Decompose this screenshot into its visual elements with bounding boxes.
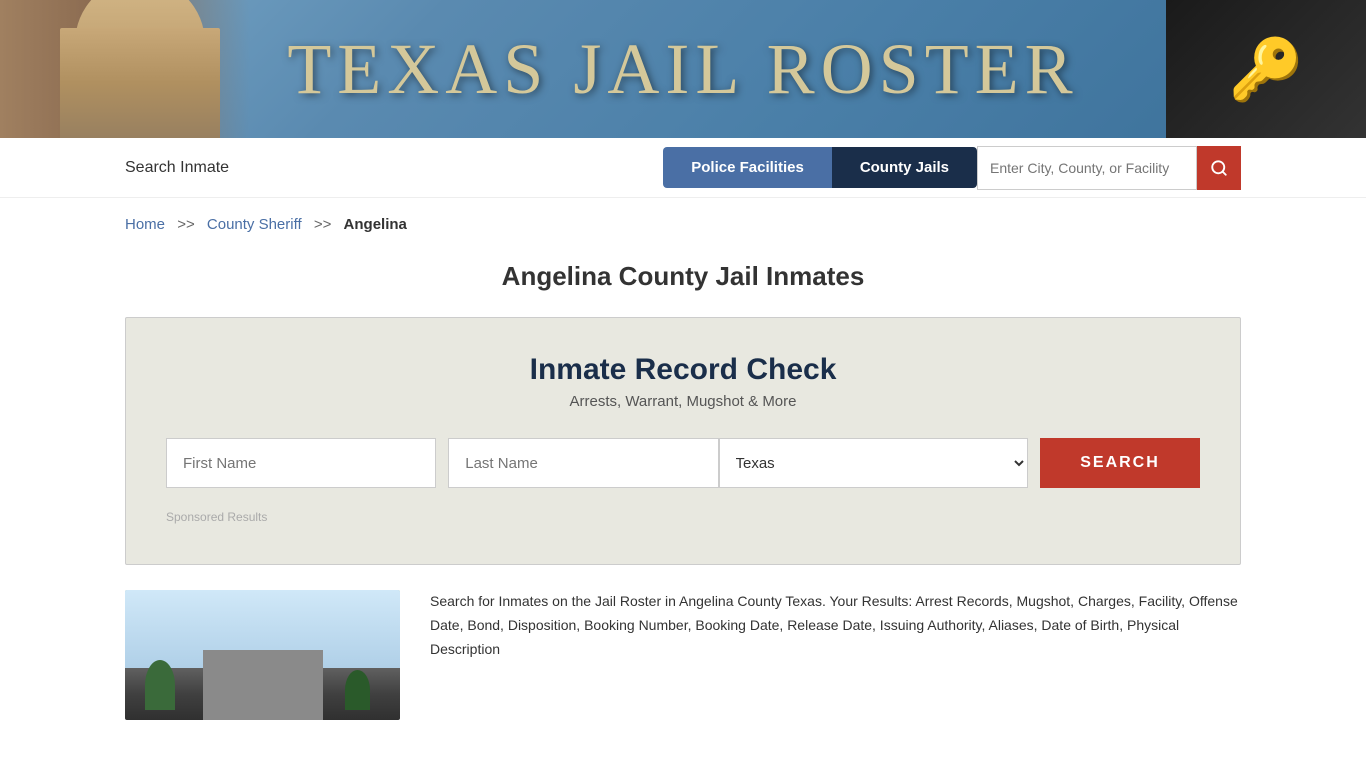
facility-image	[125, 590, 400, 720]
banner-right-decor: 🔑	[1166, 0, 1366, 138]
first-name-input[interactable]	[166, 438, 436, 488]
search-icon	[1210, 159, 1228, 177]
last-name-input[interactable]	[448, 438, 718, 488]
county-jails-button[interactable]: County Jails	[832, 147, 977, 188]
banner-left-decor	[0, 0, 250, 138]
breadcrumb-current: Angelina	[344, 216, 407, 233]
site-title: Texas Jail Roster	[287, 28, 1078, 111]
bottom-description: Search for Inmates on the Jail Roster in…	[430, 590, 1241, 720]
police-facilities-button[interactable]: Police Facilities	[663, 147, 832, 188]
nav-area: Search Inmate Police Facilities County J…	[0, 138, 1366, 198]
breadcrumb-sep-2: >>	[314, 216, 332, 233]
state-select[interactable]: AlabamaAlaskaArizonaArkansasCaliforniaCo…	[719, 438, 1029, 488]
facility-search-input[interactable]	[977, 146, 1197, 190]
nav-search-button[interactable]	[1197, 146, 1241, 190]
page-title: Angelina County Jail Inmates	[0, 261, 1366, 292]
record-check-title: Inmate Record Check	[166, 353, 1200, 387]
breadcrumb: Home >> County Sheriff >> Angelina	[0, 198, 1366, 251]
breadcrumb-county-sheriff[interactable]: County Sheriff	[207, 216, 302, 233]
capitol-illustration	[30, 0, 250, 138]
header-banner: Texas Jail Roster 🔑	[0, 0, 1366, 138]
record-search-button[interactable]: SEARCH	[1040, 438, 1200, 488]
search-inmate-label: Search Inmate	[125, 159, 229, 177]
breadcrumb-sep-1: >>	[177, 216, 195, 233]
bottom-section: Search for Inmates on the Jail Roster in…	[0, 590, 1366, 720]
sponsored-label: Sponsored Results	[166, 510, 1200, 524]
record-check-box: Inmate Record Check Arrests, Warrant, Mu…	[125, 317, 1241, 565]
record-check-form: AlabamaAlaskaArizonaArkansasCaliforniaCo…	[166, 438, 1200, 488]
record-check-subtitle: Arrests, Warrant, Mugshot & More	[166, 393, 1200, 410]
nav-right: Police Facilities County Jails	[663, 146, 1241, 190]
page-title-area: Angelina County Jail Inmates	[0, 251, 1366, 317]
keys-icon: 🔑	[1166, 0, 1366, 138]
breadcrumb-home[interactable]: Home	[125, 216, 165, 233]
